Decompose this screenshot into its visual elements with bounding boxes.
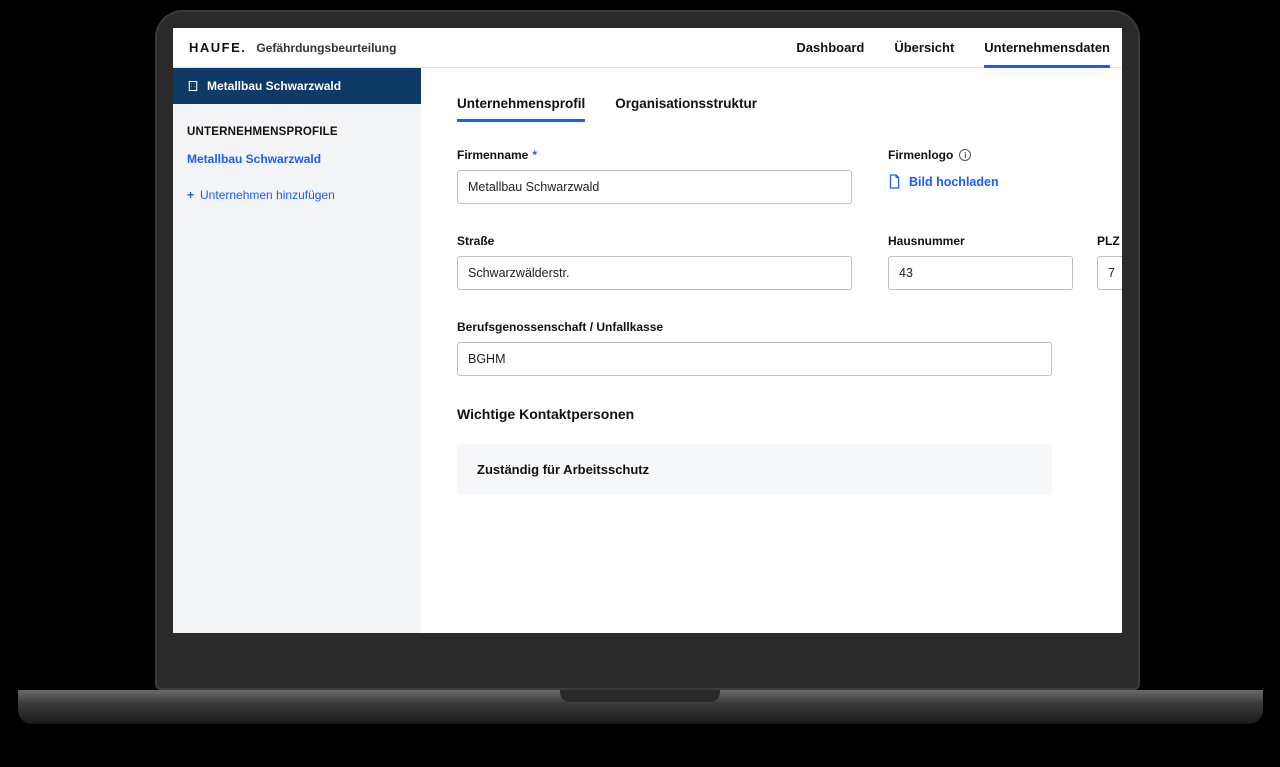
field-company-logo: Firmenlogo i Bild hochladen <box>888 148 999 189</box>
brand-logo: HAUFE <box>189 40 246 55</box>
contact-card-safety[interactable]: Zuständig für Arbeitsschutz <box>457 444 1052 495</box>
street-input[interactable] <box>457 256 852 290</box>
building-icon <box>187 80 199 92</box>
company-name-label: Firmenname <box>457 148 528 162</box>
sidebar: Metallbau Schwarzwald UNTERNEHMENSPROFIL… <box>173 68 421 633</box>
bg-input[interactable] <box>457 342 1052 376</box>
add-company-button[interactable]: + Unternehmen hinzufügen <box>173 172 421 218</box>
content-area: Metallbau Schwarzwald UNTERNEHMENSPROFIL… <box>173 68 1122 633</box>
app-screen: HAUFE Gefährdungsbeurteilung Dashboard Ü… <box>173 28 1122 633</box>
plus-icon: + <box>187 188 194 202</box>
upload-image-label: Bild hochladen <box>909 175 999 189</box>
upload-image-button[interactable]: Bild hochladen <box>888 174 999 189</box>
required-indicator: * <box>532 148 537 162</box>
app-title: Gefährdungsbeurteilung <box>256 41 396 55</box>
tab-org-structure[interactable]: Organisationsstruktur <box>615 96 757 122</box>
contacts-heading: Wichtige Kontaktpersonen <box>457 406 1122 422</box>
nav-overview[interactable]: Übersicht <box>894 28 954 68</box>
bg-label: Berufsgenossenschaft / Unfallkasse <box>457 320 1052 334</box>
file-icon <box>888 174 901 189</box>
contact-card-safety-title: Zuständig für Arbeitsschutz <box>477 462 649 477</box>
company-logo-label: Firmenlogo <box>888 148 953 162</box>
nav-company-data[interactable]: Unternehmensdaten <box>984 28 1110 68</box>
company-name-input[interactable] <box>457 170 852 204</box>
house-number-label: Hausnummer <box>888 234 1073 248</box>
main-panel: Unternehmensprofil Organisationsstruktur… <box>421 68 1122 633</box>
street-label: Straße <box>457 234 852 248</box>
sidebar-current-company-label: Metallbau Schwarzwald <box>207 79 341 93</box>
laptop-frame: HAUFE Gefährdungsbeurteilung Dashboard Ü… <box>155 10 1140 690</box>
topbar: HAUFE Gefährdungsbeurteilung Dashboard Ü… <box>173 28 1122 68</box>
add-company-label: Unternehmen hinzufügen <box>200 188 335 202</box>
plz-label: PLZ <box>1097 234 1122 248</box>
house-number-input[interactable] <box>888 256 1073 290</box>
info-icon[interactable]: i <box>959 149 971 161</box>
profile-tabs: Unternehmensprofil Organisationsstruktur <box>457 96 1122 122</box>
sidebar-current-company[interactable]: Metallbau Schwarzwald <box>173 68 421 104</box>
plz-input[interactable] <box>1097 256 1122 290</box>
sidebar-section-title: UNTERNEHMENSPROFILE <box>173 104 421 146</box>
nav-dashboard[interactable]: Dashboard <box>796 28 864 68</box>
tab-company-profile[interactable]: Unternehmensprofil <box>457 96 585 122</box>
field-company-name: Firmenname * <box>457 148 852 204</box>
laptop-notch <box>560 690 720 702</box>
sidebar-company-link[interactable]: Metallbau Schwarzwald <box>173 146 421 172</box>
top-navigation: Dashboard Übersicht Unternehmensdaten <box>796 28 1110 68</box>
